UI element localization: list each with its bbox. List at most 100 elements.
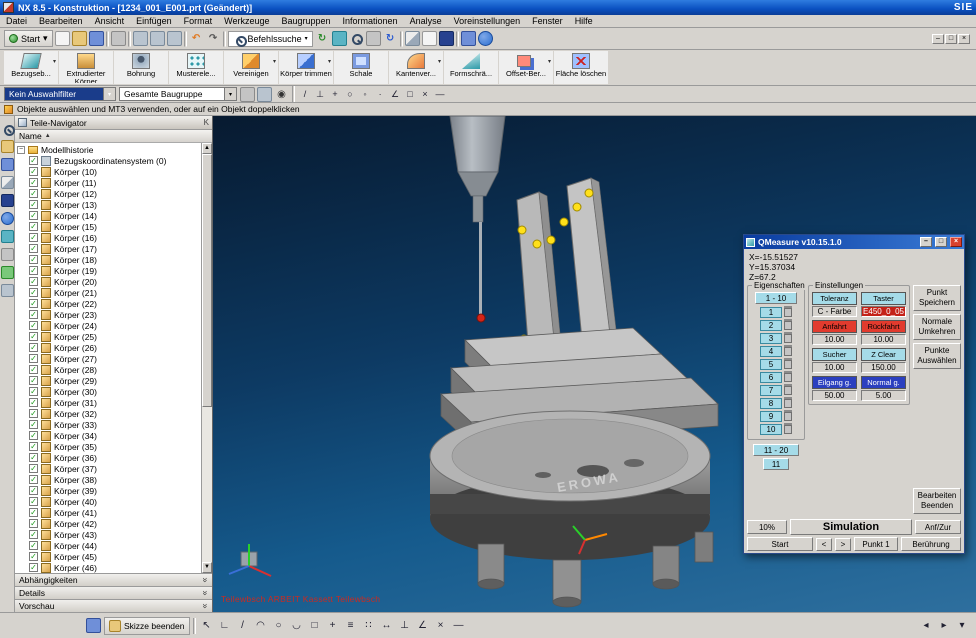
pan-icon[interactable] [366, 31, 381, 46]
checkbox-icon[interactable]: ✓ [29, 156, 38, 165]
tree-item[interactable]: ✓ Körper (36) [15, 452, 201, 463]
checkbox-icon[interactable]: ✓ [29, 321, 38, 330]
select-points-button[interactable]: Punkte Auswählen [913, 343, 961, 369]
delete-point-icon[interactable] [784, 360, 792, 369]
checkbox-icon[interactable]: ✓ [29, 376, 38, 385]
tree-item[interactable]: ✓ Körper (14) [15, 210, 201, 221]
previous-point-button[interactable]: < [816, 538, 832, 551]
dimension-icon[interactable]: ↔ [379, 618, 395, 634]
menu-item[interactable]: Bearbeiten [33, 15, 89, 28]
checkbox-icon[interactable]: ✓ [29, 541, 38, 550]
constraint-icon[interactable]: ⊥ [397, 618, 413, 634]
open-file-icon[interactable] [72, 31, 87, 46]
constraint-navigator-icon[interactable] [1, 140, 14, 153]
setting-button[interactable]: Z Clear [861, 348, 906, 361]
roles-icon[interactable] [1, 266, 14, 279]
checkbox-icon[interactable]: ✓ [29, 409, 38, 418]
point-number-button[interactable]: 4 [760, 346, 782, 357]
extend-curve-icon[interactable]: — [451, 618, 467, 634]
checkbox-icon[interactable]: ✓ [29, 211, 38, 220]
window-cascade-icon[interactable] [461, 31, 476, 46]
tree-item[interactable]: ✓ Körper (17) [15, 243, 201, 254]
datum-plane-button[interactable]: Bezugseb... ▾ [4, 51, 58, 84]
view-orient-icon[interactable] [439, 31, 454, 46]
checkbox-icon[interactable]: ✓ [29, 365, 38, 374]
minimize-button[interactable]: – [920, 237, 932, 247]
finish-sketch-button[interactable]: Skizze beenden [104, 617, 190, 635]
tree-item[interactable]: ✓ Körper (43) [15, 529, 201, 540]
separator[interactable] [400, 31, 403, 47]
tree-item[interactable]: ✓ Körper (27) [15, 353, 201, 364]
checkbox-icon[interactable]: ✓ [29, 497, 38, 506]
setting-value[interactable]: 10.00 [812, 362, 857, 373]
setting-value[interactable]: 10.00 [861, 334, 906, 345]
point-icon[interactable]: + [325, 618, 341, 634]
tree-item[interactable]: ✓ Körper (22) [15, 298, 201, 309]
draft-button[interactable]: Formschrä... [444, 51, 498, 84]
checkbox-icon[interactable]: ✓ [29, 530, 38, 539]
checkbox-icon[interactable]: ✓ [29, 508, 38, 517]
delete-point-icon[interactable] [784, 347, 792, 356]
circle-icon[interactable]: ○ [271, 618, 287, 634]
selection-filter-dropdown[interactable]: Kein Auswahlfilter ▾ [4, 87, 116, 101]
undo-icon[interactable]: ↶ [189, 31, 204, 46]
menu-item[interactable]: Ansicht [89, 15, 131, 28]
tree-item[interactable]: ✓ Bezugskoordinatensystem (0) [15, 155, 201, 166]
checkbox-icon[interactable]: ✓ [29, 354, 38, 363]
qmeasure-dialog[interactable]: QMeasure v10.15.1.0 – □ × X=-15.51527 Y=… [743, 234, 965, 554]
tree-item[interactable]: ✓ Körper (30) [15, 386, 201, 397]
tree-item[interactable]: ✓ Körper (25) [15, 331, 201, 342]
checkbox-icon[interactable]: ✓ [29, 178, 38, 187]
more-tools-icon[interactable]: ▾ [954, 618, 970, 634]
menu-item[interactable]: Fenster [526, 15, 569, 28]
menu-item[interactable]: Analyse [404, 15, 448, 28]
minimize-button[interactable]: – [932, 34, 944, 44]
pattern-feature-button[interactable]: Musterele... [169, 51, 223, 84]
speed-percent-button[interactable]: 10% [747, 520, 787, 534]
delete-point-icon[interactable] [784, 412, 792, 421]
scroll-up-icon[interactable]: ▲ [202, 143, 212, 154]
fit-view-icon[interactable] [332, 31, 347, 46]
tree-item[interactable]: ✓ Körper (23) [15, 309, 201, 320]
tree-item[interactable]: ✓ Körper (37) [15, 463, 201, 474]
menu-item[interactable]: Baugruppen [275, 15, 336, 28]
delete-point-icon[interactable] [784, 334, 792, 343]
hole-button[interactable]: Bohrung [114, 51, 168, 84]
snap-trim-icon[interactable]: × [418, 87, 432, 101]
copy-icon[interactable] [150, 31, 165, 46]
web-browser-icon[interactable] [1, 212, 14, 225]
tree-item[interactable]: ✓ Körper (10) [15, 166, 201, 177]
setting-value[interactable]: 150.00 [861, 362, 906, 373]
delete-face-button[interactable]: Fläche löschen [554, 51, 608, 84]
checkbox-icon[interactable]: ✓ [29, 277, 38, 286]
snap-edge-icon[interactable]: — [433, 87, 447, 101]
line-icon[interactable]: / [235, 618, 251, 634]
menu-item[interactable]: Voreinstellungen [448, 15, 527, 28]
checkbox-icon[interactable]: ✓ [29, 563, 38, 572]
menu-item[interactable]: Format [178, 15, 219, 28]
separator[interactable] [106, 31, 109, 47]
separator[interactable] [128, 31, 131, 47]
navigator-section[interactable]: Abhängigkeiten » [15, 573, 212, 586]
part-navigator-icon[interactable] [1, 158, 14, 171]
approach-retract-button[interactable]: Anf/Zur [915, 520, 961, 534]
maximize-button[interactable]: □ [945, 34, 957, 44]
point-number-button[interactable]: 5 [760, 359, 782, 370]
separator[interactable] [184, 31, 187, 47]
graphics-viewport[interactable]: EROWA [213, 116, 976, 612]
snap-center-icon[interactable]: ○ [343, 87, 357, 101]
scrollbar-track[interactable] [202, 154, 212, 562]
snap-intersection-icon[interactable]: + [328, 87, 342, 101]
setting-button[interactable]: Eilgang g. [812, 376, 857, 389]
setting-value[interactable]: 10.00 [812, 334, 857, 345]
delete-point-icon[interactable] [784, 425, 792, 434]
range-11-20-button[interactable]: 11 - 20 [753, 444, 799, 456]
checkbox-icon[interactable]: ✓ [29, 200, 38, 209]
tree-item[interactable]: ✓ Körper (45) [15, 551, 201, 562]
navigator-section[interactable]: Details » [15, 586, 212, 599]
setting-button[interactable]: Sucher [812, 348, 857, 361]
paste-icon[interactable] [167, 31, 182, 46]
setting-button[interactable]: Normal g. [861, 376, 906, 389]
tree-item[interactable]: ✓ Körper (13) [15, 199, 201, 210]
separator[interactable] [456, 31, 459, 47]
